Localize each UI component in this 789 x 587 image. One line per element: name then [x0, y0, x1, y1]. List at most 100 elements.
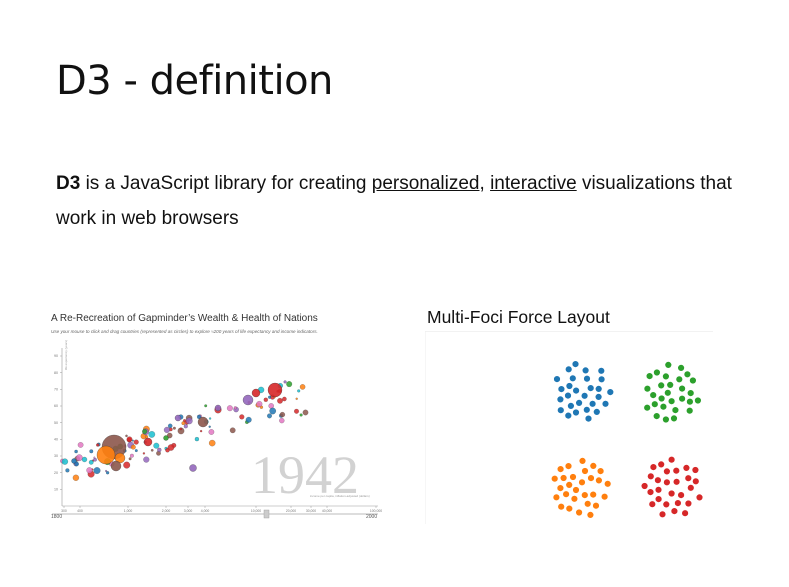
- force-node[interactable]: [684, 474, 692, 482]
- force-node[interactable]: [666, 381, 674, 389]
- country-bubble[interactable]: [74, 449, 78, 454]
- country-bubble[interactable]: [123, 461, 131, 469]
- country-bubble[interactable]: [174, 414, 182, 422]
- force-node[interactable]: [648, 500, 657, 508]
- force-node[interactable]: [671, 406, 680, 414]
- country-bubble[interactable]: [93, 467, 101, 475]
- force-node[interactable]: [683, 370, 692, 378]
- country-bubble[interactable]: [129, 453, 134, 458]
- force-node[interactable]: [649, 391, 657, 399]
- country-bubble[interactable]: [172, 426, 176, 430]
- country-bubble[interactable]: [148, 431, 156, 438]
- country-bubble[interactable]: [245, 416, 252, 423]
- country-bubble[interactable]: [208, 429, 215, 435]
- country-bubble[interactable]: [226, 405, 233, 412]
- force-node[interactable]: [670, 414, 678, 423]
- force-node[interactable]: [587, 474, 595, 482]
- country-bubble[interactable]: [186, 417, 193, 425]
- force-node[interactable]: [557, 503, 565, 511]
- force-node[interactable]: [550, 475, 559, 483]
- force-node[interactable]: [556, 465, 565, 473]
- country-bubble[interactable]: [163, 435, 169, 441]
- country-bubble[interactable]: [189, 464, 197, 472]
- country-bubble[interactable]: [263, 397, 268, 402]
- force-node[interactable]: [557, 406, 565, 414]
- force-node[interactable]: [667, 489, 676, 498]
- force-node[interactable]: [664, 389, 672, 397]
- force-node[interactable]: [645, 372, 654, 380]
- force-node[interactable]: [565, 382, 574, 390]
- country-bubble[interactable]: [267, 413, 272, 419]
- country-bubble[interactable]: [143, 437, 153, 447]
- country-bubble[interactable]: [295, 397, 298, 400]
- country-bubble[interactable]: [142, 428, 148, 434]
- country-bubble[interactable]: [61, 458, 68, 465]
- force-node[interactable]: [695, 493, 704, 502]
- force-node[interactable]: [564, 462, 573, 470]
- country-bubble[interactable]: [297, 389, 301, 393]
- force-node[interactable]: [653, 412, 661, 420]
- force-node[interactable]: [672, 467, 681, 475]
- country-bubble[interactable]: [142, 452, 146, 455]
- force-node[interactable]: [686, 406, 694, 415]
- force-node[interactable]: [681, 509, 689, 517]
- force-node[interactable]: [649, 463, 658, 471]
- force-node[interactable]: [694, 396, 702, 405]
- force-node[interactable]: [584, 500, 592, 508]
- force-node[interactable]: [564, 391, 572, 400]
- force-node[interactable]: [565, 365, 573, 373]
- force-node[interactable]: [657, 381, 665, 390]
- country-bubble[interactable]: [65, 468, 70, 473]
- country-bubble[interactable]: [143, 456, 150, 463]
- force-node[interactable]: [643, 384, 652, 393]
- force-node[interactable]: [595, 385, 603, 393]
- force-node[interactable]: [580, 392, 589, 400]
- country-bubble[interactable]: [233, 406, 237, 410]
- country-bubble[interactable]: [181, 421, 186, 426]
- force-node[interactable]: [583, 406, 591, 414]
- force-node[interactable]: [592, 502, 600, 510]
- force-node[interactable]: [672, 478, 681, 486]
- country-bubble[interactable]: [200, 429, 203, 433]
- force-node[interactable]: [692, 477, 700, 486]
- force-node[interactable]: [572, 486, 580, 494]
- country-bubble[interactable]: [133, 439, 139, 445]
- country-bubble[interactable]: [81, 456, 88, 463]
- force-node[interactable]: [565, 504, 574, 513]
- force-node[interactable]: [658, 510, 667, 519]
- country-bubble[interactable]: [167, 444, 175, 451]
- force-node[interactable]: [567, 402, 575, 410]
- country-bubble[interactable]: [125, 434, 128, 438]
- country-bubble[interactable]: [105, 470, 108, 473]
- interactive-link[interactable]: interactive: [490, 173, 577, 194]
- country-bubble[interactable]: [294, 408, 299, 414]
- country-bubble[interactable]: [93, 457, 97, 462]
- country-bubble[interactable]: [209, 417, 212, 420]
- country-bubble[interactable]: [77, 442, 84, 448]
- country-bubble[interactable]: [299, 413, 303, 417]
- force-node[interactable]: [691, 466, 700, 474]
- country-bubble[interactable]: [299, 384, 306, 390]
- force-node[interactable]: [588, 400, 597, 408]
- country-bubble[interactable]: [163, 426, 170, 433]
- force-node[interactable]: [578, 478, 586, 487]
- force-node[interactable]: [589, 462, 598, 470]
- force-node[interactable]: [604, 480, 612, 488]
- country-bubble[interactable]: [204, 404, 208, 408]
- country-bubble[interactable]: [96, 445, 116, 465]
- country-bubble[interactable]: [126, 436, 133, 443]
- force-node[interactable]: [593, 408, 601, 416]
- force-node[interactable]: [594, 393, 603, 401]
- force-node[interactable]: [678, 384, 686, 393]
- country-bubble[interactable]: [89, 449, 94, 454]
- country-bubble[interactable]: [157, 447, 162, 453]
- force-node[interactable]: [597, 375, 606, 383]
- country-bubble[interactable]: [208, 439, 216, 447]
- country-bubble[interactable]: [88, 460, 94, 465]
- force-layout-canvas[interactable]: [425, 331, 715, 524]
- force-node[interactable]: [682, 464, 691, 472]
- force-node[interactable]: [663, 467, 671, 476]
- force-node[interactable]: [687, 484, 695, 492]
- force-node[interactable]: [565, 481, 573, 489]
- force-node[interactable]: [581, 467, 589, 475]
